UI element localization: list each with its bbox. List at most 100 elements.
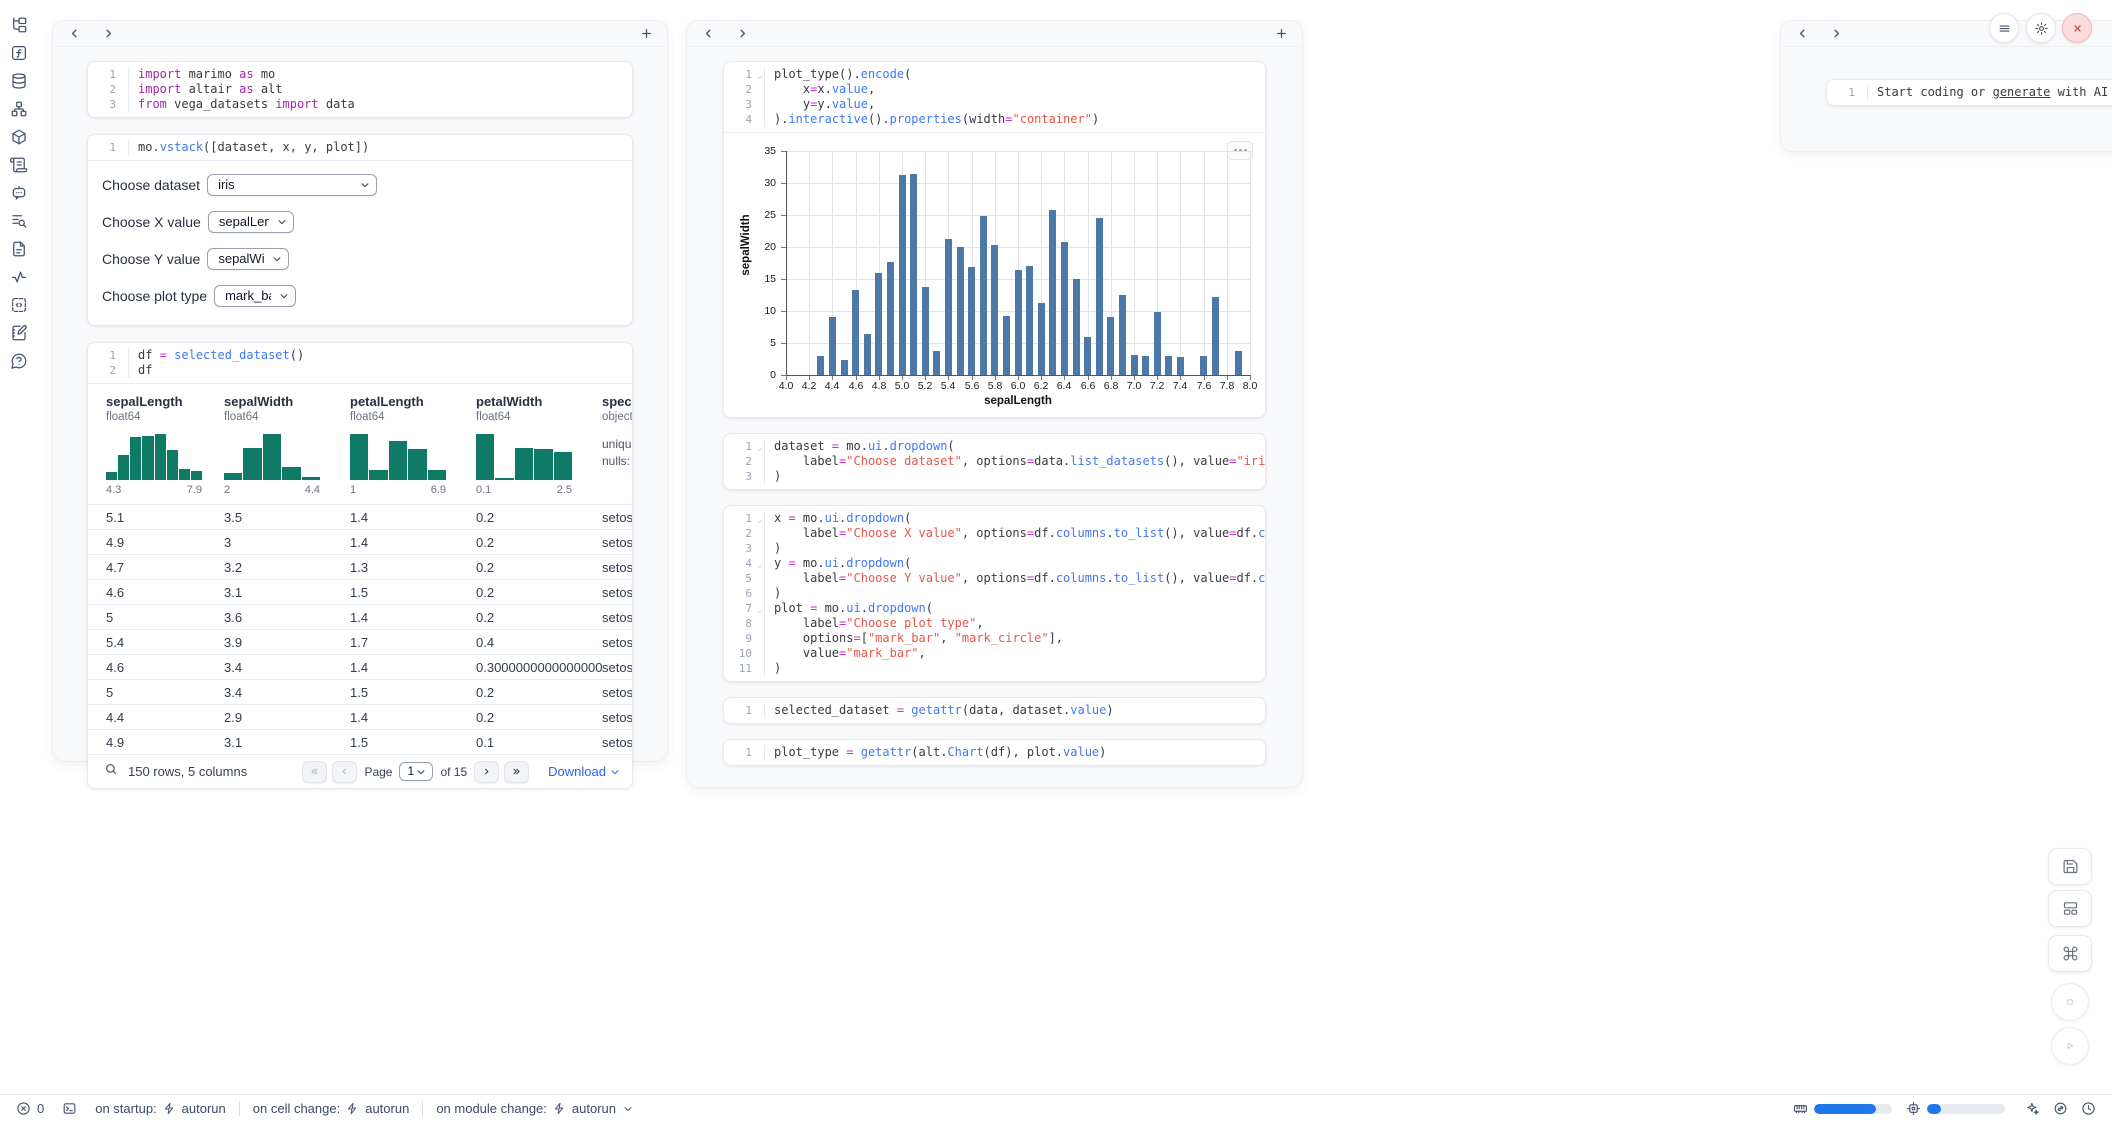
prev-page-button[interactable] (332, 761, 357, 783)
code-editor[interactable]: 1mo.vstack([dataset, x, y, plot]) (88, 135, 632, 160)
stop-button[interactable] (2051, 983, 2089, 1021)
run-button[interactable] (2051, 1027, 2089, 1065)
sidebar-icon-document[interactable] (10, 240, 28, 258)
line-number: 6 (724, 586, 756, 601)
code-text: selected_dataset = getattr(data, dataset… (764, 703, 1265, 718)
table-cell: 1.7 (350, 635, 476, 650)
column-header-sepalWidth[interactable]: sepalWidthfloat6424.4 (224, 394, 350, 504)
column-histogram (224, 434, 320, 480)
code-editor[interactable]: 1import marimo as mo2import altair as al… (88, 62, 632, 117)
dropdown-select[interactable]: iris (207, 174, 377, 196)
scratch-code-cell[interactable]: 1 Start coding or generate with AI (1826, 79, 2112, 106)
generate-with-ai-link[interactable]: generate (1993, 85, 2051, 99)
code-text: dataset = mo.ui.dropdown( (764, 439, 1265, 454)
column-prev-button[interactable] (1794, 26, 1810, 42)
code-editor[interactable]: 1selected_dataset = getattr(data, datase… (724, 698, 1265, 723)
x-tick-label: 5.4 (941, 380, 956, 392)
table-scroll-area[interactable]: sepalLengthfloat644.37.9sepalWidthfloat6… (88, 384, 632, 504)
download-button[interactable]: Download (548, 764, 620, 779)
sidebar-icon-activity[interactable] (10, 268, 28, 286)
menu-button[interactable] (1989, 13, 2019, 43)
table-row: 4.931.40.2setosa (88, 529, 632, 554)
column-prev-button[interactable] (66, 26, 82, 42)
column-next-button[interactable] (100, 26, 116, 42)
fold-chevron-icon[interactable]: ⌄ (757, 557, 762, 572)
sidebar-icon-chat-bot[interactable] (10, 184, 28, 202)
line-number: 8 (724, 616, 756, 631)
code-editor[interactable]: 1df = selected_dataset()2df (88, 343, 632, 383)
dropdown-label: Choose Y value (102, 251, 200, 267)
next-page-button[interactable] (474, 761, 499, 783)
runtime-status-button[interactable] (2081, 1101, 2096, 1116)
dropdown-select[interactable]: sepalWidth (207, 248, 289, 270)
code-line: 10 value="mark_bar", (724, 646, 1265, 661)
save-button[interactable] (2048, 848, 2092, 885)
python-icon (2053, 1101, 2068, 1116)
clock-icon (2081, 1101, 2096, 1116)
sidebar-icon-database[interactable] (10, 72, 28, 90)
autorun-config-2[interactable]: on module change:autorun (436, 1101, 634, 1116)
column-header-species[interactable]: speciesobjectunique:nulls: (602, 394, 632, 504)
terminal-button[interactable] (62, 1101, 77, 1116)
code-editor[interactable]: 1⌄plot_type().encode(2 x=x.value,3 y=y.v… (724, 62, 1265, 132)
column-header-petalWidth[interactable]: petalWidthfloat640.12.5 (476, 394, 602, 504)
first-page-button[interactable] (302, 761, 327, 783)
code-editor-placeholder[interactable]: Start coding or generate with AI (1867, 85, 2112, 100)
add-cell-button[interactable] (638, 26, 654, 42)
ai-assistant-button[interactable] (2025, 1101, 2040, 1116)
x-tick-label: 5.2 (918, 380, 933, 392)
page-select-input[interactable]: 1 (399, 762, 433, 781)
table-cell: 0.2 (476, 685, 602, 700)
code-line: 7⌄plot = mo.ui.dropdown( (724, 601, 1265, 616)
x-tick-label: 8.0 (1243, 380, 1258, 392)
dropdown-x-value[interactable]: sepalLength (208, 211, 294, 233)
code-line: 3) (724, 541, 1265, 556)
dropdown-y-value[interactable]: sepalWidth (207, 248, 289, 270)
layout-toggle-button[interactable] (2048, 890, 2092, 927)
sidebar-icon-package[interactable] (10, 128, 28, 146)
autorun-config-1[interactable]: on cell change:autorun (253, 1101, 410, 1116)
sidebar-icon-file-tree[interactable] (10, 16, 28, 34)
fold-chevron-icon[interactable]: ⌄ (757, 602, 762, 617)
fold-chevron-icon[interactable]: ⌄ (757, 68, 762, 83)
sidebar-icon-code-snippet[interactable] (10, 296, 28, 314)
add-cell-button[interactable] (1273, 26, 1289, 42)
column-prev-button[interactable] (700, 26, 716, 42)
sidebar-icon-log-search[interactable] (10, 212, 28, 230)
column-next-button[interactable] (734, 26, 750, 42)
fold-chevron-icon[interactable]: ⌄ (757, 512, 762, 527)
column-next-button[interactable] (1828, 26, 1844, 42)
code-editor[interactable]: 1⌄dataset = mo.ui.dropdown(2 label="Choo… (724, 434, 1265, 489)
notebook-column-1: 1import marimo as mo2import altair as al… (52, 20, 668, 762)
code-editor[interactable]: 1⌄x = mo.ui.dropdown(2 label="Choose X v… (724, 506, 1265, 681)
dropdown-plot-type[interactable]: mark_bar (214, 285, 296, 307)
table-search-button[interactable] (104, 762, 118, 781)
code-text: x = mo.ui.dropdown( (764, 511, 1265, 526)
code-editor[interactable]: 1plot_type = getattr(alt.Chart(df), plot… (724, 740, 1265, 765)
column-header (53, 21, 667, 47)
sidebar-icon-scratchpad[interactable] (10, 324, 28, 342)
error-count-indicator[interactable]: 0 (16, 1101, 44, 1116)
dropdown-select[interactable]: sepalLength (208, 211, 294, 233)
dropdown-dataset[interactable]: iris (207, 174, 377, 196)
table-cell: 0.2 (476, 585, 602, 600)
bar-chart-plot-area[interactable]: 4.04.24.44.64.85.05.25.45.65.86.06.26.46… (786, 151, 1250, 375)
script-icon (10, 156, 28, 174)
sidebar-icon-script[interactable] (10, 156, 28, 174)
column-header-sepalLength[interactable]: sepalLengthfloat644.37.9 (106, 394, 224, 504)
python-runtime-button[interactable] (2053, 1101, 2068, 1116)
settings-button[interactable] (2026, 13, 2056, 43)
column-header-petalLength[interactable]: petalLengthfloat6416.9 (350, 394, 476, 504)
line-number: 2 (724, 454, 756, 469)
dropdown-select[interactable]: mark_bar (214, 285, 296, 307)
close-button[interactable] (2062, 13, 2092, 43)
keyboard-shortcuts-button[interactable] (2048, 935, 2092, 972)
last-page-button[interactable] (504, 761, 529, 783)
page-select[interactable]: 1 (399, 762, 433, 781)
autorun-config-0[interactable]: on startup:autorun (95, 1101, 226, 1116)
sidebar-icon-help[interactable] (10, 352, 28, 370)
sidebar-icon-workflow[interactable] (10, 100, 28, 118)
sidebar-icon-function-square[interactable] (10, 44, 28, 62)
table-cell: setosa (602, 635, 633, 650)
fold-chevron-icon[interactable]: ⌄ (757, 440, 762, 455)
